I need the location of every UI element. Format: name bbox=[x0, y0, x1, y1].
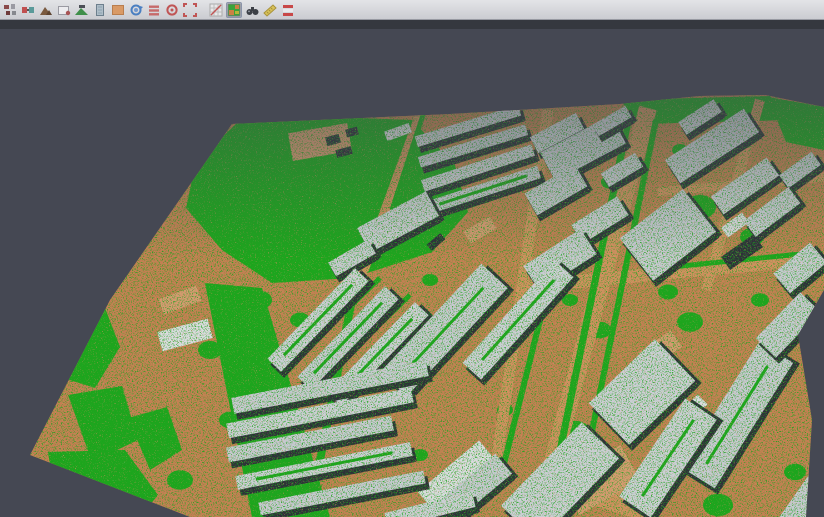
binoculars-icon bbox=[245, 3, 259, 17]
viewport-3d[interactable] bbox=[0, 20, 824, 517]
point-cloud-scene bbox=[0, 20, 824, 517]
main-toolbar bbox=[0, 0, 824, 20]
profile-view-icon bbox=[93, 3, 107, 17]
zoom-extent-button[interactable] bbox=[182, 2, 198, 18]
flag-button[interactable] bbox=[280, 2, 296, 18]
orthoimage-button[interactable] bbox=[110, 2, 126, 18]
center-view-button[interactable] bbox=[164, 2, 180, 18]
binoculars-button[interactable] bbox=[244, 2, 260, 18]
select-point-icon bbox=[57, 3, 71, 17]
select-point-button[interactable] bbox=[56, 2, 72, 18]
classification-display-button[interactable] bbox=[226, 2, 242, 18]
orbit-view-button[interactable] bbox=[128, 2, 144, 18]
compare-views-button[interactable] bbox=[20, 2, 36, 18]
point-attributes-button[interactable] bbox=[2, 2, 18, 18]
center-view-icon bbox=[165, 3, 179, 17]
terrain-icon bbox=[39, 3, 53, 17]
viewport-top-strip bbox=[0, 20, 824, 29]
zoom-extent-icon bbox=[183, 3, 197, 17]
orthoimage-icon bbox=[111, 3, 125, 17]
compare-views-icon bbox=[21, 3, 35, 17]
classification-display-icon bbox=[227, 3, 241, 17]
grid-icon bbox=[209, 3, 223, 17]
measure-button[interactable] bbox=[262, 2, 278, 18]
layer-list-icon bbox=[147, 3, 161, 17]
orbit-view-icon bbox=[129, 3, 143, 17]
measure-icon bbox=[263, 3, 277, 17]
terrain-button[interactable] bbox=[38, 2, 54, 18]
vegetation-button[interactable] bbox=[74, 2, 90, 18]
profile-view-button[interactable] bbox=[92, 2, 108, 18]
point-attributes-icon bbox=[3, 3, 17, 17]
flag-icon bbox=[281, 3, 295, 17]
grid-button[interactable] bbox=[208, 2, 224, 18]
layer-list-button[interactable] bbox=[146, 2, 162, 18]
vegetation-icon bbox=[75, 3, 89, 17]
